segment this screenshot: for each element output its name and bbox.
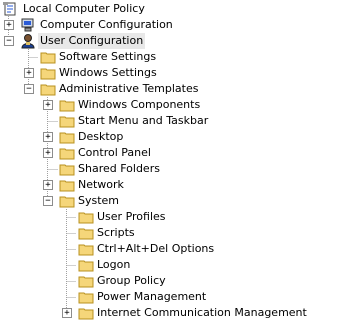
collapse-minus-icon[interactable]: − <box>4 36 14 46</box>
expand-plus-icon[interactable]: + <box>43 180 53 190</box>
tree-node-label: Power Management <box>97 290 207 303</box>
tree-node-label: Software Settings <box>59 50 157 63</box>
policy-scroll-icon <box>2 1 18 17</box>
expand-plus-icon[interactable]: + <box>43 132 53 142</box>
folder-icon <box>40 65 56 81</box>
folder-icon <box>59 97 75 113</box>
collapse-minus-icon[interactable]: − <box>43 196 53 206</box>
tree-node-label: Computer Configuration <box>40 18 173 31</box>
computer-icon <box>20 17 36 33</box>
tree-node-label: User Configuration <box>38 33 146 49</box>
tree-node-label: Administrative Templates <box>59 82 199 95</box>
folder-icon <box>59 129 75 145</box>
tree-node-label: User Profiles <box>97 210 166 223</box>
folder-icon <box>40 81 56 97</box>
tree-node-label: Windows Components <box>78 98 201 111</box>
folder-icon <box>59 113 75 129</box>
folder-icon <box>78 289 94 305</box>
folder-icon <box>78 225 94 241</box>
tree-node-label: Group Policy <box>97 274 166 287</box>
tree-node-label: Logon <box>97 258 131 271</box>
tree-node-label: Internet Communication Management <box>97 306 307 319</box>
folder-icon <box>59 161 75 177</box>
folder-icon <box>59 193 75 209</box>
collapse-minus-icon[interactable]: − <box>24 84 34 94</box>
folder-icon <box>78 305 94 321</box>
tree-node-label: Shared Folders <box>78 162 160 175</box>
policy-tree: Local Computer Policy + Computer Configu… <box>0 0 350 324</box>
tree-node-label: Start Menu and Taskbar <box>78 114 209 127</box>
tree-node-label: System <box>78 194 120 207</box>
expand-plus-icon[interactable]: + <box>24 68 34 78</box>
tree-node-label: Scripts <box>97 226 135 239</box>
folder-icon <box>59 177 75 193</box>
expand-plus-icon[interactable]: + <box>43 100 53 110</box>
folder-icon <box>78 241 94 257</box>
tree-node-label: Network <box>78 178 124 191</box>
tree-node-label: Ctrl+Alt+Del Options <box>97 242 215 255</box>
tree-node-label: Local Computer Policy <box>23 2 145 15</box>
folder-icon <box>78 273 94 289</box>
folder-icon <box>78 209 94 225</box>
expand-plus-icon[interactable]: + <box>62 308 72 318</box>
expand-plus-icon[interactable]: + <box>43 148 53 158</box>
folder-icon <box>40 49 56 65</box>
tree-node-label: Control Panel <box>78 146 151 159</box>
folder-icon <box>78 257 94 273</box>
expand-plus-icon[interactable]: + <box>4 20 14 30</box>
tree-node-label: Windows Settings <box>59 66 157 79</box>
folder-icon <box>59 145 75 161</box>
tree-node-label: Desktop <box>78 130 124 143</box>
user-icon <box>20 33 36 49</box>
